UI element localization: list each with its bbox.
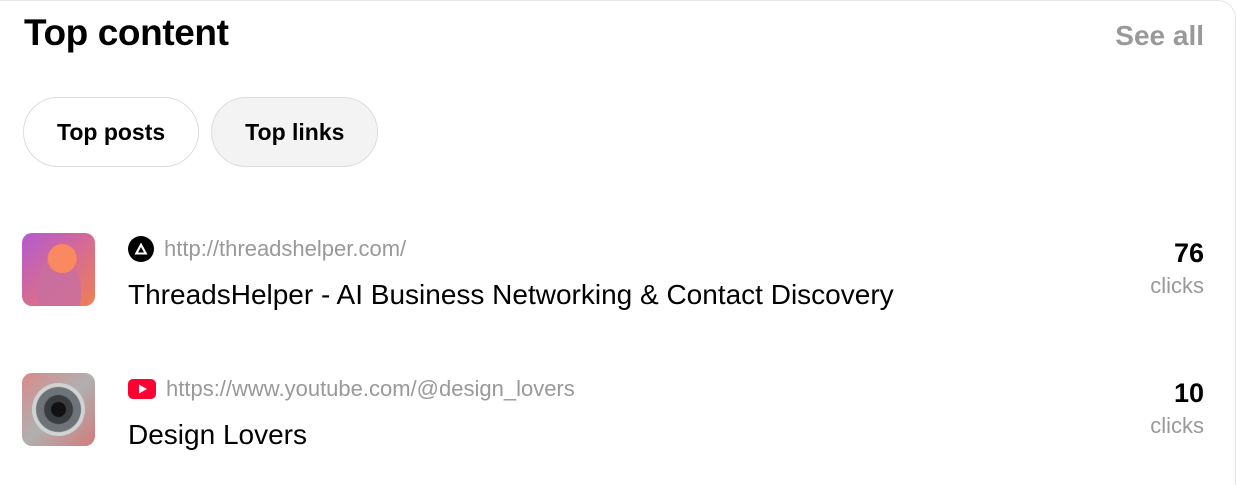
section-title: Top content [24,12,229,53]
click-unit: clicks [1150,273,1204,298]
click-unit: clicks [1150,413,1204,438]
link-source: https://www.youtube.com/@design_lovers [128,375,575,403]
tab-top-links[interactable]: Top links [211,97,379,167]
link-title[interactable]: ThreadsHelper - AI Business Networking &… [128,277,894,313]
link-title[interactable]: Design Lovers [128,417,307,453]
link-url: http://threadshelper.com/ [164,236,407,261]
see-all-link[interactable]: See all [1115,18,1204,54]
list-item[interactable]: https://www.youtube.com/@design_lovers D… [22,369,1204,450]
tab-top-posts[interactable]: Top posts [23,97,200,167]
top-content-card: Top content See all Top posts Top links … [0,0,1236,485]
click-metric: 10 clicks [1150,375,1204,441]
youtube-icon [128,379,156,399]
link-thumbnail [22,373,95,446]
link-thumbnail [22,233,95,306]
threads-triangle-icon [128,236,154,262]
link-url: https://www.youtube.com/@design_lovers [166,376,575,401]
content-tabs: Top posts Top links [23,97,379,167]
click-count: 10 [1173,378,1204,408]
eye-image [32,383,85,436]
click-count: 76 [1173,238,1204,268]
click-metric: 76 clicks [1150,235,1204,301]
list-item[interactable]: http://threadshelper.com/ ThreadsHelper … [22,229,1204,310]
link-source: http://threadshelper.com/ [128,235,406,263]
